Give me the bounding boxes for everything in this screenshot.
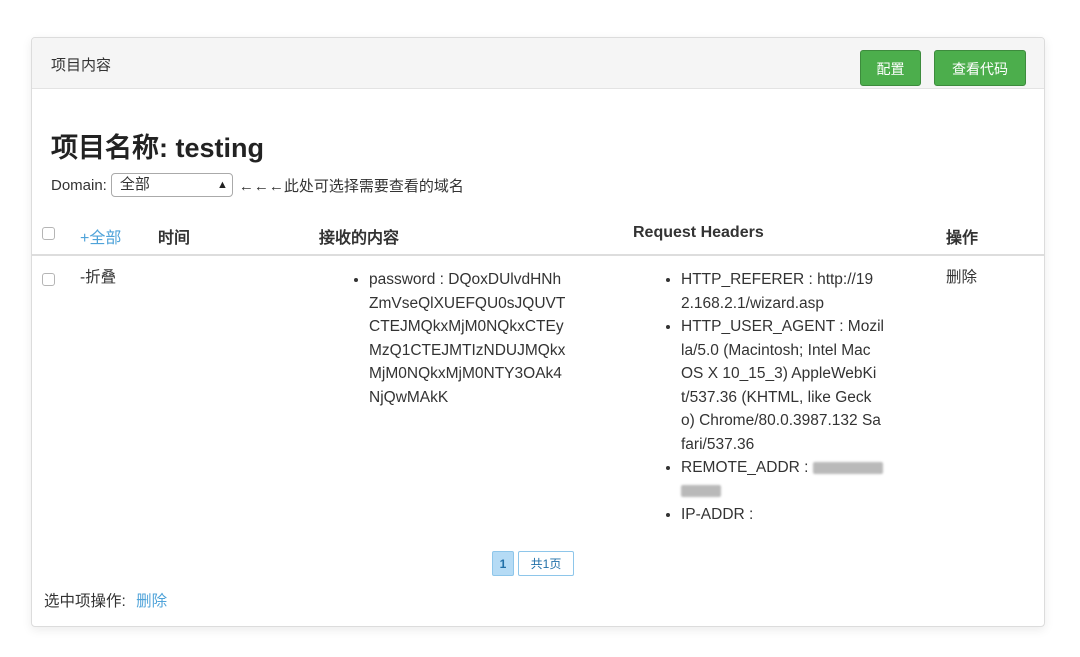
domain-selected-value: 全部 <box>119 176 150 193</box>
table-header: +全部 时间 接收的内容 Request Headers 操作 <box>32 212 1044 256</box>
collapse-link[interactable]: -折叠 <box>80 266 116 290</box>
column-actions: 操作 <box>946 230 979 247</box>
column-content: 接收的内容 <box>319 230 400 247</box>
config-button[interactable]: 配置 <box>860 50 921 86</box>
page-total[interactable]: 共1页 <box>518 551 574 576</box>
received-content: password : DQoxDUlvdHNh ZmVseQlXUEFQU0sJ… <box>347 268 607 409</box>
header-item-user-agent: HTTP_USER_AGENT : Mozil la/5.0 (Macintos… <box>681 315 929 456</box>
project-panel: 项目内容 配置 查看代码 项目名称: testing Domain: 全部 ▲ … <box>31 37 1045 627</box>
domain-row: Domain: 全部 ▲ ←←←此处可选择需要查看的域名 <box>51 173 464 197</box>
view-code-button[interactable]: 查看代码 <box>934 50 1026 86</box>
bulk-actions-label: 选中项操作: <box>44 593 126 610</box>
redacted-ip-blur <box>812 461 883 474</box>
expand-all-link[interactable]: +全部 <box>80 224 121 248</box>
row-checkbox[interactable] <box>42 273 55 286</box>
bulk-delete-link[interactable]: 删除 <box>136 593 167 610</box>
domain-label: Domain: <box>51 176 107 194</box>
header-item-remote-addr: REMOTE_ADDR : <box>681 456 929 503</box>
select-all-checkbox[interactable] <box>42 227 55 240</box>
content-item: password : DQoxDUlvdHNh ZmVseQlXUEFQU0sJ… <box>369 268 607 409</box>
panel-heading: 项目内容 配置 查看代码 <box>32 38 1044 89</box>
panel-title: 项目内容 <box>51 57 112 74</box>
header-item-ip-addr: IP-ADDR : <box>681 503 929 527</box>
domain-select[interactable]: 全部 ▲ <box>110 173 233 197</box>
request-headers-list: HTTP_REFERER : http://19 2.168.2.1/wizar… <box>659 268 929 527</box>
select-arrows-icon: ▲ <box>216 179 228 191</box>
domain-hint: ←←←此处可选择需要查看的域名 <box>238 177 464 195</box>
pagination: 1 共1页 <box>492 551 574 576</box>
project-title: 项目名称: testing <box>51 133 264 163</box>
delete-link[interactable]: 删除 <box>946 266 977 290</box>
column-time: 时间 <box>158 230 191 247</box>
bulk-actions: 选中项操作: 删除 <box>44 589 167 611</box>
redacted-ip-blur <box>681 485 721 498</box>
header-item-referer: HTTP_REFERER : http://19 2.168.2.1/wizar… <box>681 268 929 315</box>
page-current[interactable]: 1 <box>492 551 514 576</box>
column-request-headers: Request Headers <box>633 224 764 241</box>
